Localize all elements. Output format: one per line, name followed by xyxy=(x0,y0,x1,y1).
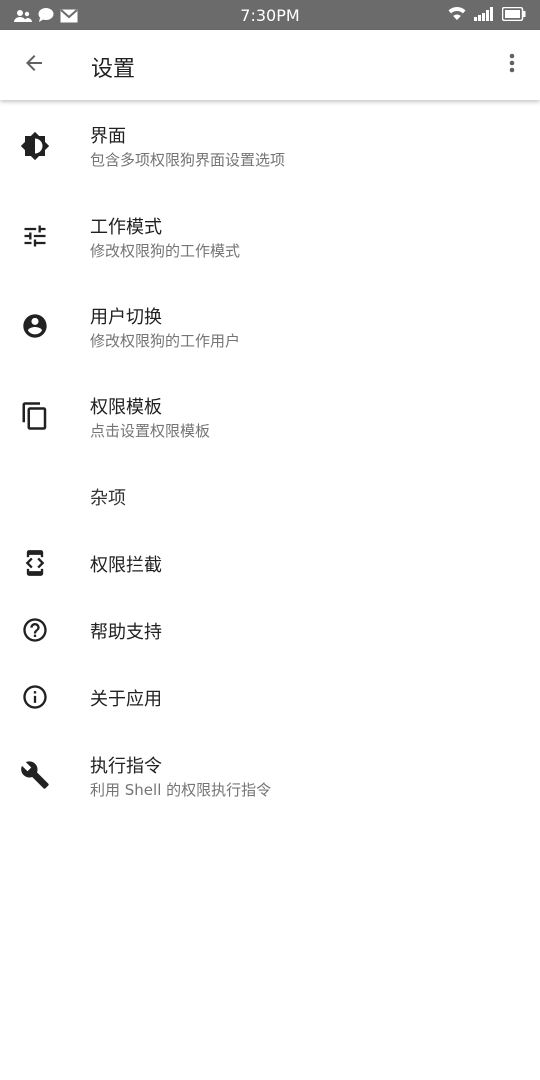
pref-help-support[interactable]: 帮助支持 xyxy=(0,597,540,663)
signal-icon xyxy=(474,6,494,25)
pref-title: 用户切换 xyxy=(90,307,162,328)
tune-icon xyxy=(20,221,50,251)
pref-summary: 修改权限狗的工作用户 xyxy=(90,332,241,350)
status-bar: 7:30PM xyxy=(0,0,540,30)
pref-summary: 利用 Shell 的权限执行指令 xyxy=(90,781,272,799)
brightness-icon xyxy=(20,131,50,161)
wifi-icon xyxy=(448,6,466,25)
pref-summary: 包含多项权限狗界面设置选项 xyxy=(90,151,286,169)
pref-about-app[interactable]: 关于应用 xyxy=(0,664,540,730)
pref-execute-command[interactable]: 执行指令 利用 Shell 的权限执行指令 xyxy=(0,732,540,820)
pref-permission-template[interactable]: 权限模板 点击设置权限模板 xyxy=(0,372,540,460)
help-icon xyxy=(20,615,50,645)
pref-title: 帮助支持 xyxy=(90,622,162,643)
more-vert-icon xyxy=(508,51,516,79)
wrench-icon xyxy=(20,760,50,790)
account-circle-icon xyxy=(20,311,50,341)
app-bar: 设置 xyxy=(0,30,540,100)
pref-title: 权限拦截 xyxy=(90,555,162,576)
pref-user-switch[interactable]: 用户切换 修改权限狗的工作用户 xyxy=(0,282,540,370)
pref-work-mode[interactable]: 工作模式 修改权限狗的工作模式 xyxy=(0,192,540,280)
pref-title: 执行指令 xyxy=(90,756,162,777)
pref-title: 工作模式 xyxy=(90,217,162,238)
pref-interface[interactable]: 界面 包含多项权限狗界面设置选项 xyxy=(0,102,540,190)
status-right-icons xyxy=(448,6,526,25)
pref-title: 界面 xyxy=(90,126,126,147)
info-icon xyxy=(20,682,50,712)
arrow-back-icon xyxy=(22,51,46,79)
page-title: 设置 xyxy=(91,57,136,82)
copy-icon xyxy=(20,401,50,431)
pref-summary: 点击设置权限模板 xyxy=(90,422,211,440)
battery-icon xyxy=(501,6,526,25)
back-button[interactable] xyxy=(16,47,52,83)
pref-title: 关于应用 xyxy=(90,689,162,710)
pref-permission-intercept[interactable]: 权限拦截 xyxy=(0,530,540,596)
pref-summary: 修改权限狗的工作模式 xyxy=(90,242,241,260)
more-options-button[interactable] xyxy=(498,47,526,83)
category-misc: 杂项 xyxy=(90,488,126,509)
developer-mode-icon xyxy=(20,548,50,578)
pref-title: 权限模板 xyxy=(90,397,162,418)
